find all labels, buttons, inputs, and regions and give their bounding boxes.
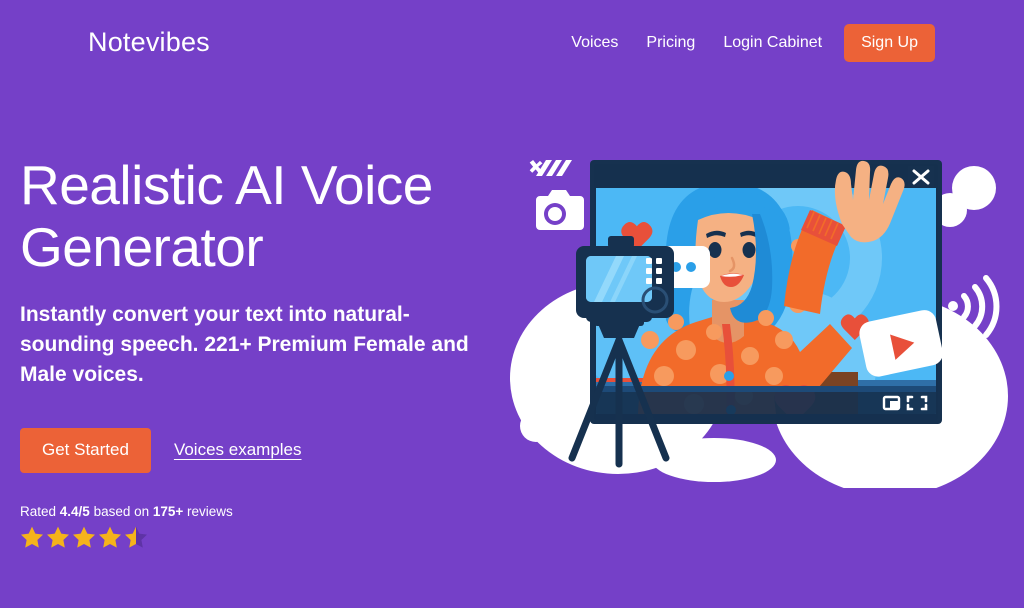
star-half-icon (125, 526, 147, 548)
landing-page: Notevibes Voices Pricing Login Cabinet S… (0, 0, 1024, 608)
rating-score: 4.4/5 (59, 503, 90, 519)
star-full-icon (47, 526, 69, 548)
get-started-button[interactable]: Get Started (20, 427, 151, 473)
nav-link-voices[interactable]: Voices (571, 24, 618, 62)
rating-middle: based on (89, 503, 153, 519)
hero-content: Realistic AI Voice Generator Instantly c… (20, 154, 490, 549)
star-full-icon (73, 526, 95, 548)
star-full-icon (99, 526, 121, 548)
rating-block: Rated 4.4/5 based on 175+ reviews (20, 504, 490, 549)
site-header: Notevibes Voices Pricing Login Cabinet S… (0, 0, 1024, 86)
page-title: Realistic AI Voice Generator (20, 154, 433, 278)
star-rating (20, 525, 490, 549)
hero-illustration (498, 128, 1024, 488)
rating-text: Rated 4.4/5 based on 175+ reviews (20, 504, 490, 519)
star-full-icon (21, 526, 43, 548)
nav-link-pricing[interactable]: Pricing (646, 24, 695, 62)
hero-subtitle: Instantly convert your text into natural… (20, 303, 469, 386)
voices-examples-link[interactable]: Voices examples (174, 440, 302, 460)
camera-icon (529, 160, 584, 230)
rating-suffix: reviews (183, 503, 233, 519)
rating-count: 175+ (152, 503, 184, 519)
sign-up-button[interactable]: Sign Up (844, 24, 935, 62)
close-icon[interactable] (908, 166, 934, 188)
rating-prefix: Rated (20, 503, 60, 519)
nav-link-login-cabinet[interactable]: Login Cabinet (723, 24, 822, 62)
logo[interactable]: Notevibes (88, 27, 210, 58)
main-navigation: Voices Pricing Login Cabinet Sign Up (571, 24, 935, 62)
cta-row: Get Started Voices examples (20, 427, 490, 473)
